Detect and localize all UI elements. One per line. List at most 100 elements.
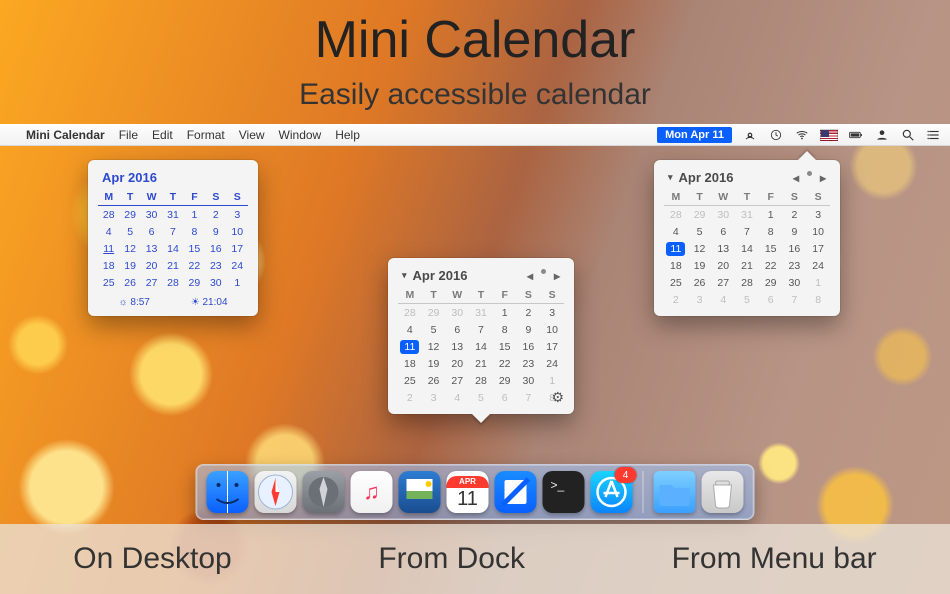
day-cell[interactable]: 5	[688, 223, 712, 240]
day-cell[interactable]: 26	[688, 274, 712, 291]
day-cell[interactable]: 22	[493, 355, 517, 372]
day-cell[interactable]: 24	[227, 257, 248, 274]
day-cell[interactable]: 2	[517, 304, 541, 322]
day-cell[interactable]: 8	[759, 223, 783, 240]
day-cell[interactable]: 4	[398, 321, 422, 338]
day-cell[interactable]: 16	[205, 240, 226, 257]
day-cell[interactable]: 2	[205, 206, 226, 224]
prev-month-button[interactable]: ◂	[793, 171, 799, 185]
day-cell[interactable]: 7	[783, 291, 807, 308]
day-cell[interactable]: 28	[98, 206, 119, 224]
day-cell[interactable]: 17	[540, 338, 564, 355]
menubar-item-view[interactable]: View	[239, 128, 265, 142]
calendar-grid[interactable]: MTWTFSS282930311234567891011121314151617…	[664, 189, 830, 308]
next-month-button[interactable]: ▸	[554, 269, 560, 283]
menubar-item-edit[interactable]: Edit	[152, 128, 173, 142]
day-cell[interactable]: 9	[783, 223, 807, 240]
day-cell[interactable]: 3	[688, 291, 712, 308]
day-cell[interactable]: 28	[735, 274, 759, 291]
day-cell[interactable]: 1	[540, 372, 564, 389]
day-cell[interactable]: 11	[398, 338, 422, 355]
menubar-item-file[interactable]: File	[119, 128, 138, 142]
day-cell[interactable]: 15	[184, 240, 205, 257]
day-cell[interactable]: 23	[783, 257, 807, 274]
user-icon[interactable]	[874, 127, 890, 143]
month-dropdown-icon[interactable]: ▾	[668, 172, 673, 183]
dock-app-preview[interactable]	[399, 471, 441, 513]
day-cell[interactable]: 4	[711, 291, 735, 308]
day-cell[interactable]: 1	[227, 274, 248, 291]
day-cell[interactable]: 23	[205, 257, 226, 274]
day-cell[interactable]: 27	[445, 372, 469, 389]
spotlight-icon[interactable]	[900, 127, 916, 143]
today-button[interactable]	[807, 171, 812, 176]
day-cell[interactable]: 21	[162, 257, 183, 274]
day-cell[interactable]: 25	[398, 372, 422, 389]
calendar-grid[interactable]: MTWTFSS282930311234567891011121314151617…	[398, 287, 564, 406]
dock-app-terminal[interactable]: >_	[543, 471, 585, 513]
menubar-item-help[interactable]: Help	[335, 128, 360, 142]
day-cell[interactable]: 30	[517, 372, 541, 389]
dock-trash[interactable]	[702, 471, 744, 513]
settings-gear-icon[interactable]: ⚙	[551, 389, 564, 406]
day-cell[interactable]: 31	[469, 304, 493, 322]
calendar-widget-desktop[interactable]: Apr 2016 MTWTFSS282930311234567891011121…	[88, 160, 258, 316]
day-cell[interactable]: 8	[184, 223, 205, 240]
day-cell[interactable]: 19	[422, 355, 446, 372]
day-cell[interactable]: 17	[806, 240, 830, 257]
day-cell[interactable]: 15	[759, 240, 783, 257]
day-cell[interactable]: 31	[162, 206, 183, 224]
day-cell[interactable]: 29	[184, 274, 205, 291]
day-cell[interactable]: 31	[735, 206, 759, 224]
day-cell[interactable]: 27	[141, 274, 162, 291]
day-cell[interactable]: 3	[540, 304, 564, 322]
day-cell[interactable]: 6	[759, 291, 783, 308]
day-cell[interactable]: 29	[688, 206, 712, 224]
day-cell[interactable]: 20	[141, 257, 162, 274]
day-cell[interactable]: 28	[469, 372, 493, 389]
dock-app-safari[interactable]	[255, 471, 297, 513]
day-cell[interactable]: 5	[469, 389, 493, 406]
dock-app-finder[interactable]	[207, 471, 249, 513]
day-cell[interactable]: 18	[398, 355, 422, 372]
timemachine-icon[interactable]	[768, 127, 784, 143]
dock-app-xcode[interactable]	[495, 471, 537, 513]
day-cell[interactable]: 4	[664, 223, 688, 240]
day-cell[interactable]: 6	[445, 321, 469, 338]
day-cell[interactable]: 22	[759, 257, 783, 274]
day-cell[interactable]: 13	[711, 240, 735, 257]
dock-downloads-folder[interactable]	[654, 471, 696, 513]
day-cell[interactable]: 6	[711, 223, 735, 240]
dock-app-mini-calendar[interactable]: APR11	[447, 471, 489, 513]
day-cell[interactable]: 2	[664, 291, 688, 308]
day-cell[interactable]: 10	[540, 321, 564, 338]
day-cell[interactable]: 7	[735, 223, 759, 240]
day-cell[interactable]: 2	[783, 206, 807, 224]
day-cell[interactable]: 21	[735, 257, 759, 274]
day-cell[interactable]: 1	[806, 274, 830, 291]
day-cell[interactable]: 18	[98, 257, 119, 274]
day-cell[interactable]: 5	[735, 291, 759, 308]
day-cell[interactable]: 7	[517, 389, 541, 406]
day-cell[interactable]: 28	[162, 274, 183, 291]
prev-month-button[interactable]: ◂	[527, 269, 533, 283]
day-cell[interactable]: 29	[759, 274, 783, 291]
day-cell[interactable]: 29	[422, 304, 446, 322]
day-cell[interactable]: 21	[469, 355, 493, 372]
day-cell[interactable]: 6	[493, 389, 517, 406]
day-cell[interactable]: 9	[517, 321, 541, 338]
day-cell[interactable]: 26	[422, 372, 446, 389]
day-cell[interactable]: 12	[119, 240, 140, 257]
day-cell[interactable]: 1	[184, 206, 205, 224]
menubar-app-name[interactable]: Mini Calendar	[26, 128, 105, 142]
day-cell[interactable]: 22	[184, 257, 205, 274]
day-cell[interactable]: 3	[422, 389, 446, 406]
calendar-popover-dock[interactable]: ▾ Apr 2016 ◂ ▸ MTWTFSS282930311234567891…	[388, 258, 574, 414]
day-cell[interactable]: 29	[119, 206, 140, 224]
day-cell[interactable]: 24	[806, 257, 830, 274]
day-cell[interactable]: 14	[469, 338, 493, 355]
day-cell[interactable]: 19	[119, 257, 140, 274]
day-cell[interactable]: 27	[711, 274, 735, 291]
day-cell[interactable]: 13	[445, 338, 469, 355]
dock-app-itunes[interactable]: ♫	[351, 471, 393, 513]
